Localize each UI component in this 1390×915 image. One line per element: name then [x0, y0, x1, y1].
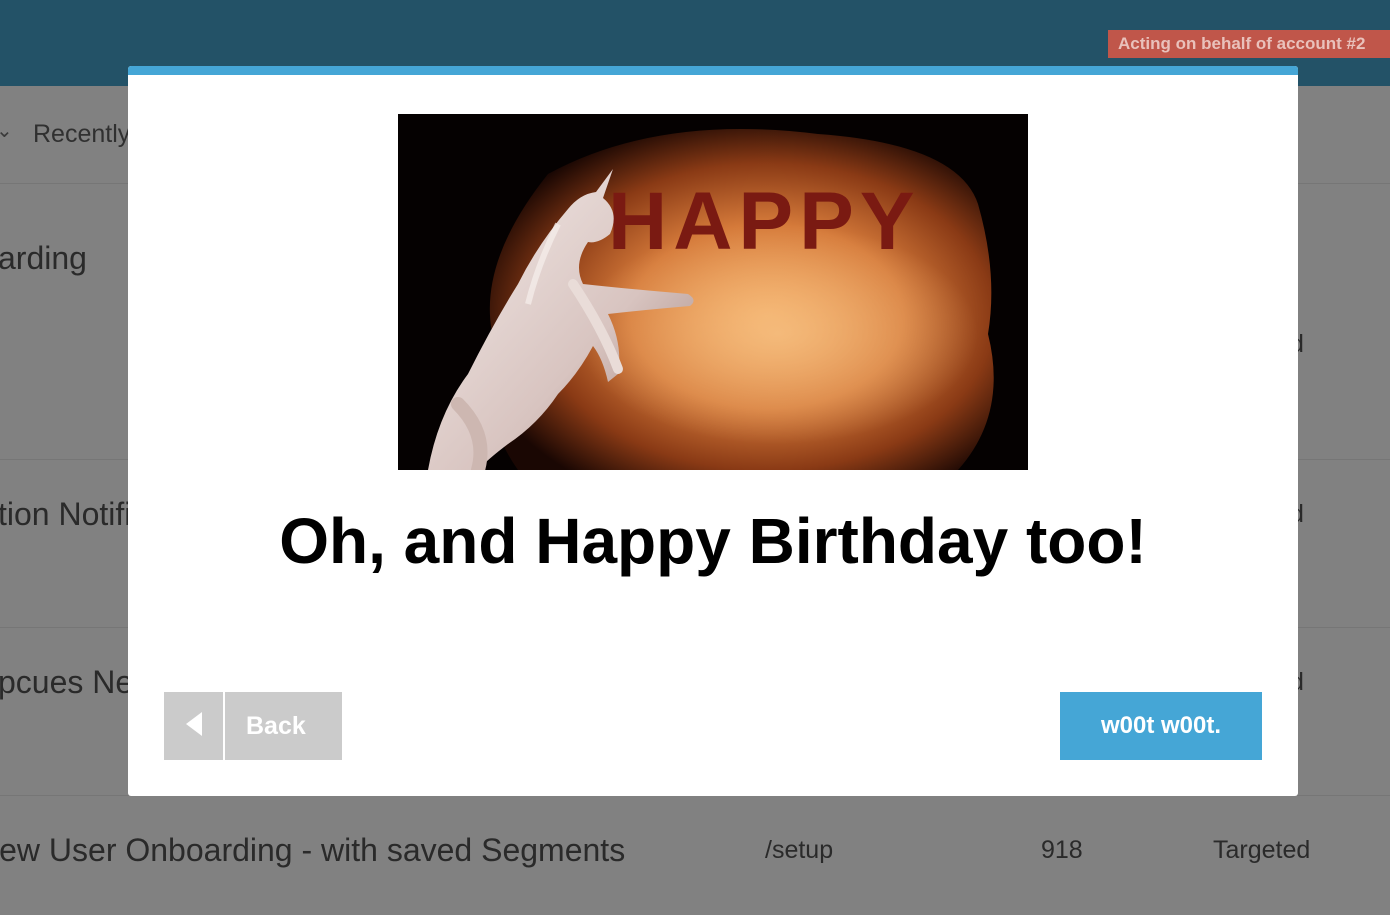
- birthday-modal: HAPPY Oh, and Happy Birthday too! Back w…: [128, 66, 1298, 796]
- modal-heading: Oh, and Happy Birthday too!: [279, 505, 1147, 577]
- back-button[interactable]: Back: [164, 692, 342, 760]
- flow-name: pcues Ne: [0, 664, 134, 700]
- flow-status: Targeted: [1213, 836, 1311, 864]
- happy-birthday-unicorn-image: HAPPY: [398, 114, 1028, 470]
- chevron-down-icon: ⌄: [0, 120, 13, 142]
- sort-filter-label: Recently: [33, 120, 131, 148]
- modal-accent-bar: [128, 66, 1298, 75]
- unicorn-fire-illustration: HAPPY: [398, 114, 1028, 470]
- happy-image-text: HAPPY: [608, 176, 921, 267]
- flow-url: /setup: [765, 836, 834, 864]
- back-button-label: Back: [246, 712, 306, 740]
- woot-primary-button[interactable]: w00t w00t.: [1060, 692, 1262, 760]
- flow-name: arding: [0, 240, 87, 276]
- table-row: lew User Onboarding - with saved Segment…: [0, 796, 1390, 915]
- flow-name: lew User Onboarding - with saved Segment…: [0, 832, 626, 868]
- acting-on-behalf-badge: Acting on behalf of account #2: [1108, 30, 1390, 58]
- back-arrow-box: [164, 692, 225, 760]
- flow-count: 918: [1041, 836, 1083, 864]
- flow-name: tion Notifi: [0, 496, 132, 532]
- caret-left-icon: [186, 712, 202, 736]
